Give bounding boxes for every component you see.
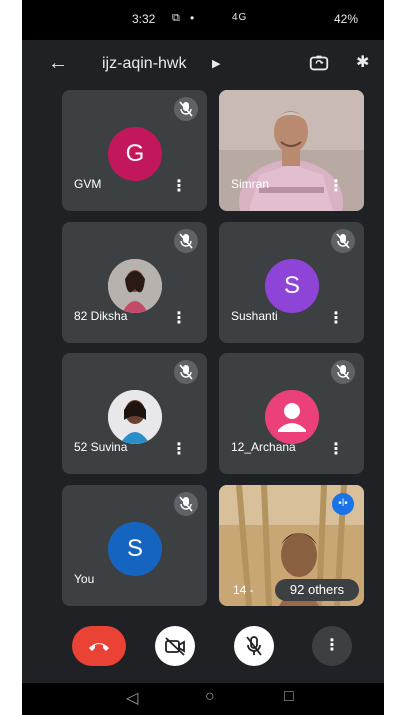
participant-tile-others[interactable]: •ǀ• 14 - 92 others — [219, 485, 364, 606]
more-vert-icon[interactable]: ⋮ — [328, 442, 344, 458]
camera-toggle-button[interactable] — [155, 626, 195, 666]
participant-name: Simran — [231, 177, 270, 191]
back-arrow-icon[interactable]: ← — [48, 52, 68, 75]
status-bar: 3:32 ⧉ • 4G 42% — [22, 0, 384, 40]
cast-icon: ⧉ — [172, 12, 180, 24]
nav-home-icon[interactable]: ○ — [205, 688, 215, 706]
mic-toggle-button[interactable] — [234, 626, 274, 666]
participant-tile-sushanti[interactable]: S Sushanti ⋮ — [219, 222, 364, 343]
nav-back-icon[interactable]: ◁ — [126, 688, 138, 708]
more-vert-icon[interactable]: ⋮ — [171, 311, 187, 327]
more-options-button[interactable]: ⋮ — [312, 626, 352, 666]
person-icon — [265, 390, 319, 444]
status-time: 3:32 — [132, 12, 156, 26]
more-vert-icon[interactable]: ⋮ — [328, 179, 344, 195]
avatar: S — [265, 259, 319, 313]
participant-name: 52 Suvina — [74, 440, 128, 454]
more-vert-icon[interactable]: ⋮ — [171, 179, 187, 195]
speaking-indicator-icon: •ǀ• — [332, 493, 354, 515]
system-nav-bar: ◁ ○ □ — [22, 683, 384, 715]
mic-off-icon — [174, 97, 198, 121]
participant-name: Sushanti — [231, 309, 278, 323]
participant-name: 14 - — [233, 583, 254, 597]
avatar — [108, 259, 162, 313]
notification-dot-icon: • — [190, 11, 195, 25]
participant-name: You — [74, 572, 95, 586]
participant-name: 82 Diksha — [74, 309, 128, 323]
phone-screen: 3:32 ⧉ • 4G 42% ← ijz-aqin-hwk ▶ ✱ G GVM… — [22, 0, 384, 715]
bluetooth-icon[interactable]: ✱ — [356, 52, 369, 72]
participant-tile-gvm[interactable]: G GVM ⋮ — [62, 90, 207, 211]
mic-off-icon — [174, 492, 198, 516]
phone-hangup-icon — [89, 643, 109, 651]
avatar — [108, 390, 162, 444]
mic-off-icon — [246, 636, 262, 656]
others-count-badge[interactable]: 92 others — [275, 579, 359, 601]
camera-off-icon — [165, 637, 185, 656]
more-vert-icon[interactable]: ⋮ — [171, 442, 187, 458]
participant-tile-suvina[interactable]: 52 Suvina ⋮ — [62, 353, 207, 474]
end-call-button[interactable] — [72, 626, 126, 666]
avatar: S — [108, 522, 162, 576]
meeting-header: ← ijz-aqin-hwk ▶ ✱ — [22, 44, 384, 84]
more-vert-icon[interactable]: ⋮ — [328, 311, 344, 327]
battery-level: 42% — [334, 12, 359, 26]
participant-tile-you[interactable]: S You — [62, 485, 207, 606]
avatar: G — [108, 127, 162, 181]
mic-off-icon — [174, 229, 198, 253]
switch-camera-icon[interactable] — [308, 52, 330, 74]
participant-tile-archana[interactable]: 12_Archana ⋮ — [219, 353, 364, 474]
meeting-code[interactable]: ijz-aqin-hwk — [102, 55, 186, 73]
caret-right-icon[interactable]: ▶ — [212, 57, 220, 70]
mic-off-icon — [174, 360, 198, 384]
participant-name: 12_Archana — [231, 440, 296, 454]
mic-off-icon — [331, 229, 355, 253]
participant-name: GVM — [74, 177, 102, 191]
mic-off-icon — [331, 360, 355, 384]
participant-tile-diksha[interactable]: 82 Diksha ⋮ — [62, 222, 207, 343]
nav-recents-icon[interactable]: □ — [284, 688, 294, 706]
participant-tile-simran[interactable]: Simran ⋮ — [219, 90, 364, 211]
network-indicator: 4G — [232, 12, 248, 23]
